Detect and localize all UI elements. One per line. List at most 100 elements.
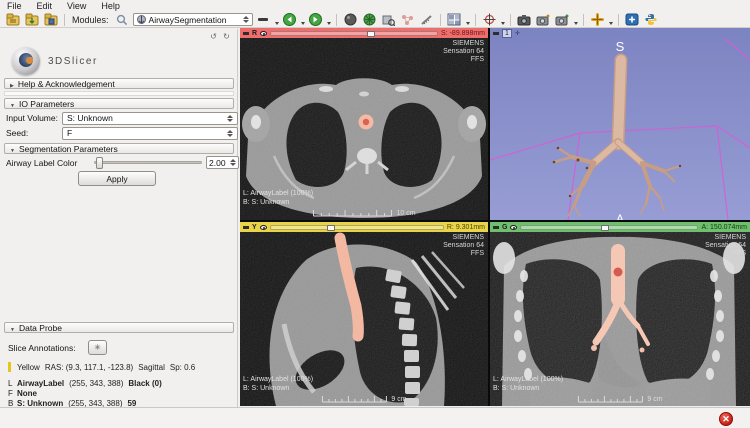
data-probe-section[interactable]: Data Probe <box>4 322 234 333</box>
module-panel-pin-icon[interactable] <box>221 32 232 42</box>
vendor-line: Sensation 64 <box>705 242 746 250</box>
python-console-icon[interactable] <box>643 13 660 27</box>
module-selector-combobox[interactable]: AirwaySegmentation <box>133 13 253 26</box>
forward-caret-icon[interactable] <box>327 22 331 25</box>
yellow-view-letter: Y <box>252 224 257 231</box>
seed-value: F <box>67 128 72 138</box>
toolbar-separator <box>618 14 619 26</box>
add-markup-caret-icon[interactable] <box>609 22 613 25</box>
input-volume-combobox[interactable]: S: Unknown <box>62 112 238 125</box>
crosshair-icon[interactable] <box>481 13 498 27</box>
pin-icon[interactable]: ✛ <box>515 30 520 37</box>
menu-bar: File Edit View Help <box>0 0 750 12</box>
vendor-line: SIEMENS <box>443 234 484 242</box>
view-menu-pin-icon[interactable] <box>243 226 249 229</box>
screenshot-icon[interactable] <box>516 13 533 27</box>
module-search-icon[interactable] <box>114 13 131 27</box>
scene-view-caret-icon[interactable] <box>574 22 578 25</box>
save-scene-icon[interactable] <box>42 13 59 27</box>
red-slice-slider[interactable] <box>270 31 438 36</box>
probe-orientation: Sagittal <box>138 363 165 372</box>
ruler-label: 9 cm <box>391 396 406 403</box>
annotation-ruler-icon[interactable] <box>418 13 435 27</box>
layout-selector-icon[interactable] <box>446 13 463 27</box>
yellow-slice-controller: Y R: 9.301mm <box>240 222 488 232</box>
threed-view[interactable]: 1 ✛ <box>490 28 750 220</box>
scale-ruler-icon <box>312 209 392 217</box>
apply-button[interactable]: Apply <box>78 171 156 186</box>
module-forward-icon[interactable] <box>307 13 324 27</box>
view-menu-pin-icon[interactable] <box>493 226 499 229</box>
history-caret-icon[interactable] <box>275 22 279 25</box>
scene-view-restore-icon[interactable] <box>554 13 571 27</box>
toolbar-separator <box>440 14 441 26</box>
green-slice-view[interactable]: G A: 150.074mm <box>490 222 750 406</box>
yellow-slice-offset: R: 9.301mm <box>447 224 485 231</box>
green-slice-controller: G A: 150.074mm <box>490 222 750 232</box>
yellow-slice-view[interactable]: Y R: 9.301mm <box>240 222 488 406</box>
scene-views-icon[interactable] <box>380 13 397 27</box>
red-slice-offset: S: -89.898mm <box>441 30 485 37</box>
orientation-marker-anterior: A <box>490 212 750 220</box>
error-log-button[interactable] <box>719 412 733 426</box>
crosshair-caret-icon[interactable] <box>501 22 505 25</box>
red-slice-view[interactable]: R S: -89.898mm <box>240 28 488 220</box>
extensions-manager-icon[interactable] <box>624 13 641 27</box>
probe-layer-prefix: F <box>8 389 17 398</box>
markups-module-icon[interactable] <box>399 13 416 27</box>
load-data-icon[interactable] <box>23 13 40 27</box>
threed-scene[interactable] <box>490 38 750 220</box>
slider-handle[interactable] <box>96 157 103 169</box>
probe-layer-name: None <box>17 389 37 398</box>
scene-view-capture-icon[interactable] <box>535 13 552 27</box>
menu-file[interactable]: File <box>7 1 22 12</box>
module-history-back-icon[interactable] <box>208 32 219 42</box>
vendor-line: FFS <box>443 56 484 64</box>
yellow-slice-slider[interactable] <box>270 225 444 230</box>
vendor-line: FFS <box>705 250 746 258</box>
red-slice-controller: R S: -89.898mm <box>240 28 488 38</box>
menu-view[interactable]: View <box>67 1 86 12</box>
help-acknowledgement-section[interactable]: Help & Acknowledgement <box>4 78 234 89</box>
layout-caret-icon[interactable] <box>466 22 470 25</box>
green-slice-offset: A: 150.074mm <box>701 224 747 231</box>
extensions-wheel-icon[interactable] <box>361 13 378 27</box>
home-module-icon[interactable] <box>342 13 359 27</box>
visibility-eye-icon[interactable] <box>260 31 267 36</box>
airway-label-color-spinbox[interactable]: 2.00 <box>206 156 239 169</box>
back-caret-icon[interactable] <box>301 22 305 25</box>
data-probe-label: Data Probe <box>19 323 62 333</box>
module-back-icon[interactable] <box>281 13 298 27</box>
add-markup-plus-icon[interactable] <box>589 13 606 27</box>
seed-combobox[interactable]: F <box>62 127 238 140</box>
visibility-eye-icon[interactable] <box>260 225 267 230</box>
expanded-arrow-icon <box>10 99 15 109</box>
io-section-label: IO Parameters <box>19 99 74 109</box>
airway-label-color-value: 2.00 <box>209 158 226 168</box>
segmentation-parameters-section[interactable]: Segmentation Parameters <box>4 143 234 154</box>
slider-handle[interactable] <box>367 31 375 37</box>
slider-handle[interactable] <box>601 225 609 231</box>
vendor-line: SIEMENS <box>443 40 484 48</box>
threed-view-controller: 1 ✛ <box>490 28 750 38</box>
io-parameters-section[interactable]: IO Parameters <box>4 98 234 109</box>
load-dicom-icon[interactable] <box>4 13 21 27</box>
vendor-line: Sensation 64 <box>443 48 484 56</box>
visibility-eye-icon[interactable] <box>510 225 517 230</box>
module-history-icon[interactable] <box>255 13 272 27</box>
help-section-body <box>4 91 234 96</box>
airway-label-color-slider[interactable] <box>94 161 202 164</box>
slice-annotations-settings-button[interactable] <box>88 340 107 355</box>
green-view-letter: G <box>502 224 507 231</box>
help-section-label: Help & Acknowledgement <box>18 79 115 89</box>
module-selector-value: AirwaySegmentation <box>149 15 227 25</box>
toolbar-separator <box>64 14 65 26</box>
probe-layer-name: AirwayLabel <box>17 379 64 388</box>
toolbar-separator <box>583 14 584 26</box>
view-menu-pin-icon[interactable] <box>493 32 499 35</box>
slider-handle[interactable] <box>327 225 335 231</box>
menu-edit[interactable]: Edit <box>37 1 53 12</box>
green-slice-slider[interactable] <box>520 225 698 230</box>
menu-help[interactable]: Help <box>101 1 120 12</box>
view-menu-pin-icon[interactable] <box>243 32 249 35</box>
